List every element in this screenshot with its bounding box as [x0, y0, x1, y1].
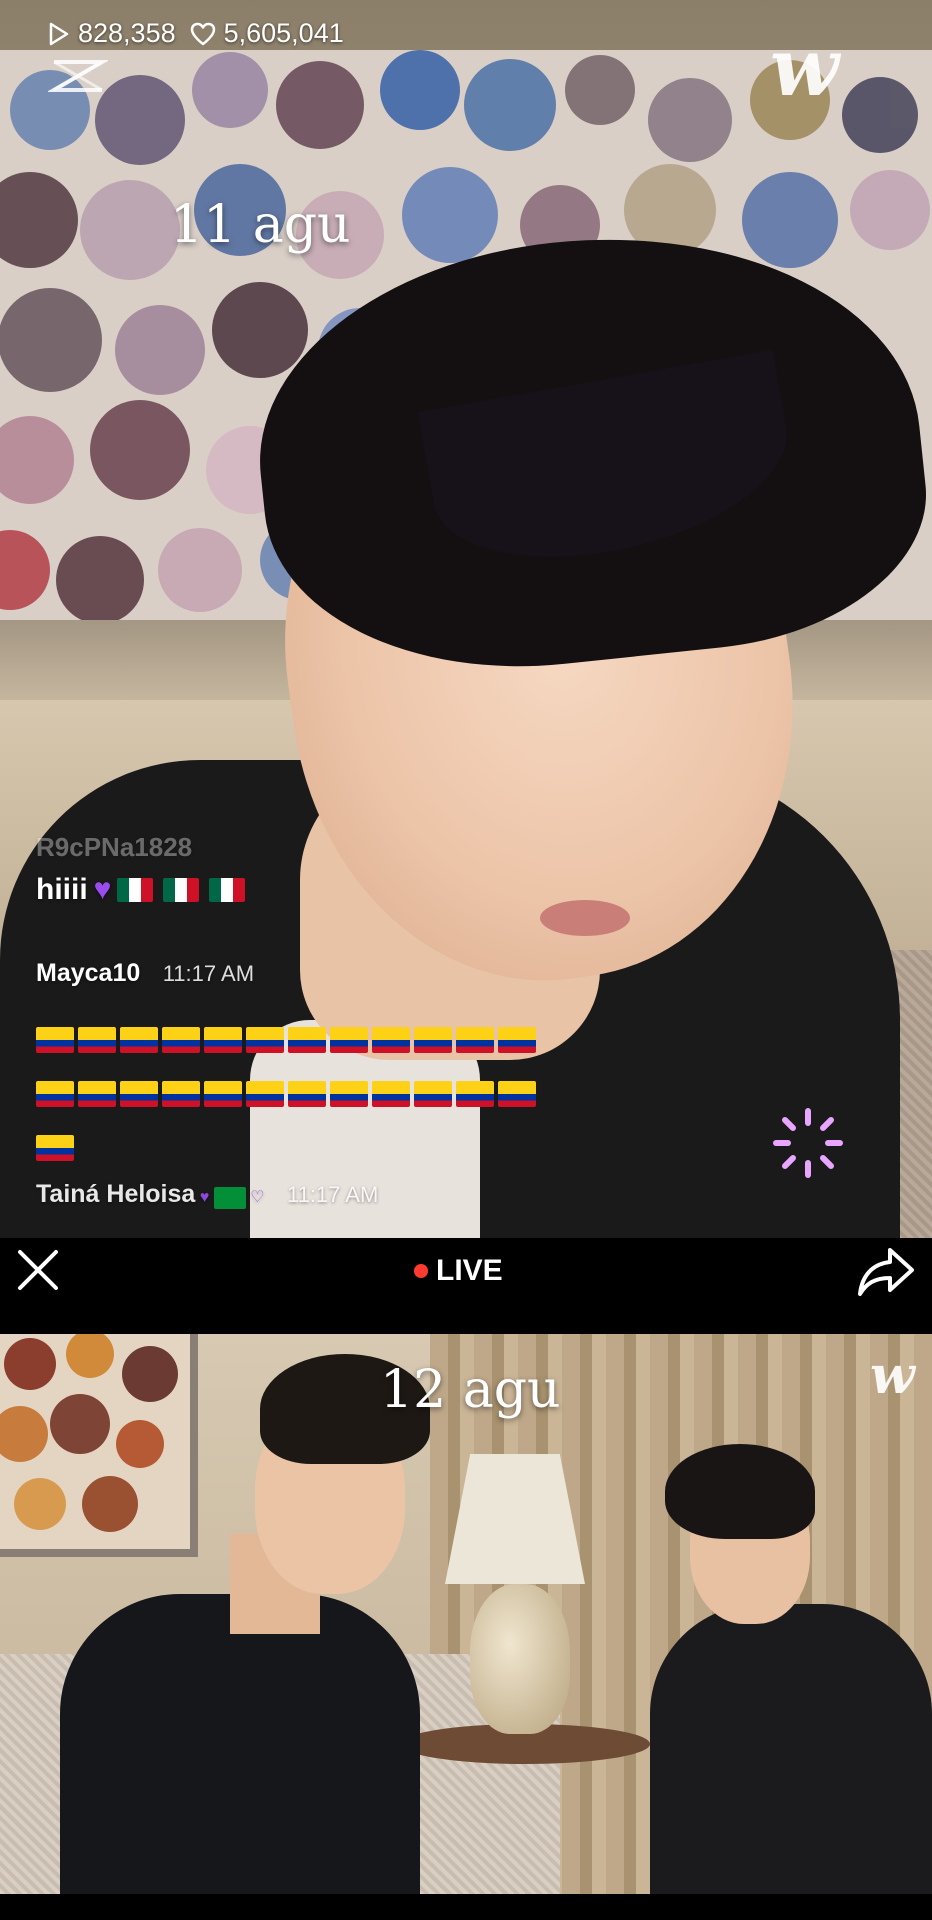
- weverse-logo: w: [870, 1345, 915, 1406]
- dot-painting-small: [0, 1334, 198, 1557]
- purple-heart-icon: ♥: [199, 1189, 210, 1206]
- ecuador-flag-icon: [498, 1081, 536, 1108]
- live-chat: R9cPNa1828 hiiii ♥ Mayca10 11:17 AM Tain…: [36, 832, 596, 1209]
- person-right-hair: [665, 1444, 815, 1539]
- likes-count: 5,605,041: [190, 18, 344, 49]
- heart-outline-icon: [190, 22, 215, 45]
- flag-line: [36, 1012, 596, 1066]
- bottom-strip: [0, 1894, 932, 1920]
- chat-username: Mayca10: [36, 959, 141, 987]
- chat-username: Tainá Heloisa: [36, 1180, 196, 1208]
- ecuador-flag-icon: [162, 1081, 200, 1108]
- chat-entry: Mayca10 11:17 AM: [36, 959, 596, 1174]
- share-arrow-icon[interactable]: [856, 1246, 916, 1298]
- live-dot-icon: [414, 1264, 428, 1278]
- close-icon[interactable]: [14, 1246, 62, 1294]
- person-right-body: [650, 1604, 932, 1894]
- capcut-logo-icon: [48, 60, 108, 92]
- play-outline-icon: [49, 22, 69, 45]
- ecuador-flag-icon: [36, 1027, 74, 1054]
- ecuador-flag-icon: [414, 1027, 452, 1054]
- mexico-flag-icon: [117, 878, 154, 902]
- stats-bar: 828,358 5,605,041: [48, 18, 344, 49]
- ecuador-flag-icon: [36, 1135, 74, 1162]
- ecuador-flag-icon: [246, 1081, 284, 1108]
- ecuador-flag-icon: [498, 1027, 536, 1054]
- ecuador-flag-icon: [204, 1027, 242, 1054]
- ecuador-flag-icon: [330, 1081, 368, 1108]
- chat-message: hiiii ♥: [36, 873, 596, 907]
- brazil-flag-icon: [213, 1186, 246, 1209]
- ecuador-flag-icon: [372, 1027, 410, 1054]
- date-overlay-bottom: 12 agu: [380, 1360, 561, 1420]
- ecuador-flag-icon: [288, 1081, 326, 1108]
- person-left-body: [60, 1594, 420, 1894]
- ecuador-flag-icon: [414, 1081, 452, 1108]
- ecuador-flag-icon: [204, 1081, 242, 1108]
- likes-value: 5,605,041: [223, 18, 344, 48]
- ecuador-flag-icon: [78, 1081, 116, 1108]
- ecuador-flag-icon: [456, 1027, 494, 1054]
- chat-timestamp: 11:17 AM: [162, 961, 255, 986]
- ecuador-flag-icon: [120, 1081, 158, 1108]
- ecuador-flag-icon: [330, 1027, 368, 1054]
- mexico-flag-icon: [163, 878, 200, 902]
- date-overlay-top: 11 agu: [170, 195, 351, 255]
- chat-message-text: hiiii: [36, 873, 88, 906]
- ecuador-flag-icon: [246, 1027, 284, 1054]
- ecuador-flag-icon: [120, 1027, 158, 1054]
- ecuador-flags: [36, 1012, 596, 1174]
- loading-spinner-icon: [773, 1108, 843, 1178]
- live-indicator: LIVE: [414, 1254, 503, 1288]
- ecuador-flag-icon: [372, 1081, 410, 1108]
- flag-line: [36, 1120, 596, 1174]
- heart-badge-icon: ♡: [250, 1189, 265, 1206]
- purple-heart-icon: ♥: [93, 873, 112, 906]
- ecuador-flag-icon: [162, 1027, 200, 1054]
- chat-faded-username: R9cPNa1828: [36, 832, 193, 862]
- ecuador-flag-icon: [36, 1081, 74, 1108]
- ecuador-flag-icon: [456, 1081, 494, 1108]
- mexico-flag-icon: [209, 878, 246, 902]
- weverse-logo: w: [770, 20, 839, 114]
- flag-line: [36, 1066, 596, 1120]
- live-label: LIVE: [436, 1254, 503, 1287]
- chat-entry: Tainá Heloisa ♥ ♡ 11:17 AM: [36, 1180, 596, 1209]
- chat-timestamp: 11:17 AM: [286, 1182, 379, 1207]
- ecuador-flag-icon: [288, 1027, 326, 1054]
- views-value: 828,358: [78, 18, 176, 48]
- views-count: 828,358: [48, 18, 176, 49]
- lamp-base: [470, 1584, 570, 1734]
- ecuador-flag-icon: [78, 1027, 116, 1054]
